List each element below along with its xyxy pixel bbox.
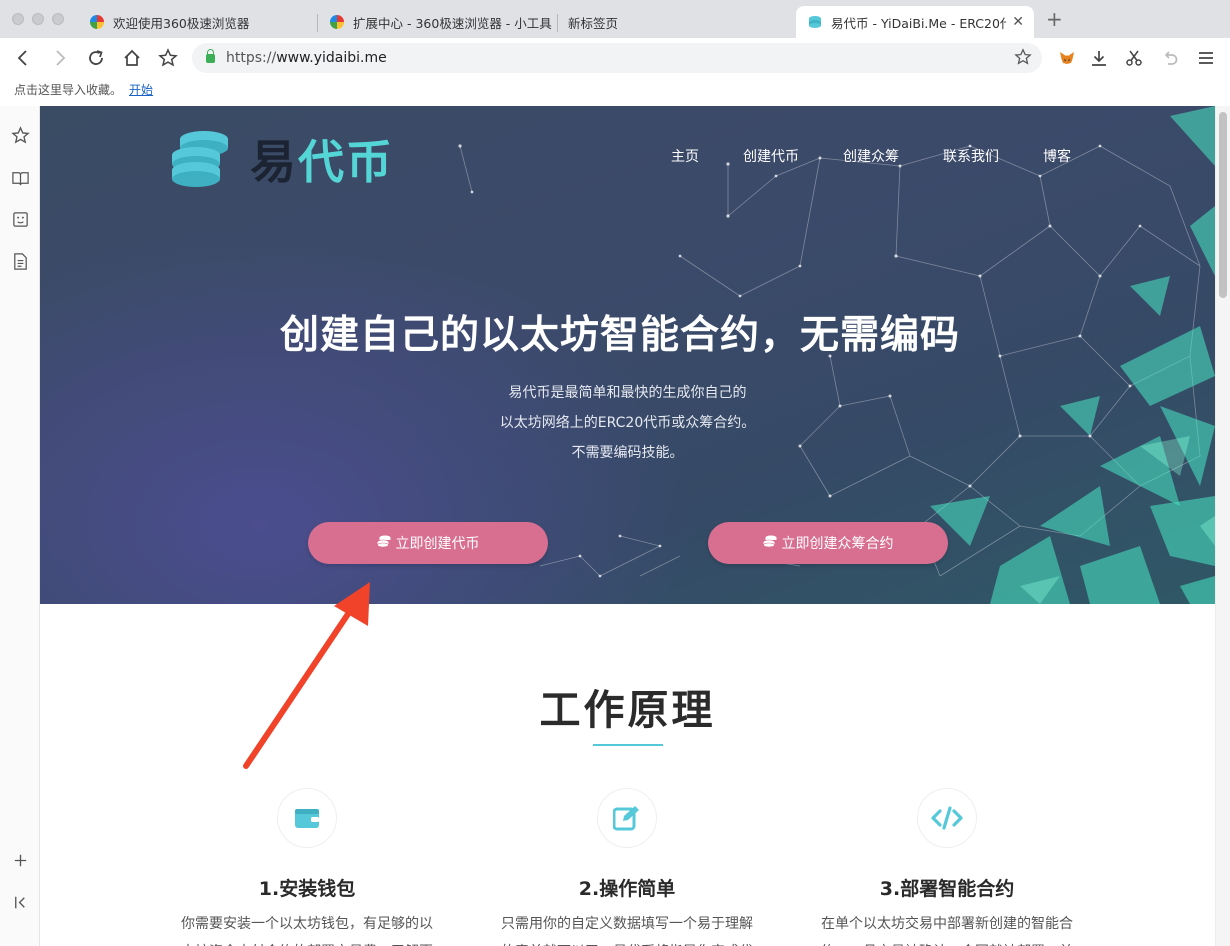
screenshot-button[interactable] — [1122, 46, 1146, 70]
feature-code-badge — [917, 788, 977, 848]
feature-description: 你需要安装一个以太坊钱包，有足够的以太坊资金支付合约的部署交易费，了解更多 — [181, 916, 433, 946]
lock-icon — [206, 48, 215, 63]
nav-create-token[interactable]: 创建代币 — [743, 146, 799, 166]
tab-separator — [557, 14, 558, 32]
site-logo-text: 易代币 — [250, 135, 394, 189]
coins-icon — [808, 15, 822, 29]
document-icon — [13, 252, 27, 270]
browser-360-logo-icon — [90, 15, 104, 29]
image-frame-icon — [12, 211, 28, 227]
favorite-button[interactable] — [156, 46, 180, 70]
nav-home[interactable]: 主页 — [671, 146, 699, 166]
download-icon — [1092, 51, 1106, 66]
wallet-icon — [295, 809, 319, 828]
fox-icon — [1060, 52, 1074, 64]
create-token-button[interactable]: 立即创建代币 — [308, 522, 548, 564]
back-button[interactable] — [11, 46, 35, 70]
browser-toolbar: https://www.yidaibi.me — [0, 38, 1230, 78]
bookmarks-import-hint[interactable]: 点击这里导入收藏。 — [14, 81, 122, 98]
home-icon — [124, 49, 140, 66]
tab-new[interactable]: 新标签页 — [568, 6, 788, 38]
nav-blog[interactable]: 博客 — [1043, 146, 1071, 166]
feature-edit-badge — [597, 788, 657, 848]
window-zoom-button[interactable] — [52, 13, 64, 25]
undo-close-button[interactable] — [1158, 46, 1182, 70]
feature-title: 3.部署智能合约 — [879, 878, 1015, 900]
edit-icon — [613, 806, 639, 831]
scissors-icon — [1126, 50, 1142, 66]
metamask-extension-button[interactable] — [1055, 46, 1079, 70]
coins-icon — [762, 535, 777, 552]
bookmarks-bar: 点击这里导入收藏。 开始 — [0, 78, 1230, 106]
download-button[interactable] — [1087, 46, 1111, 70]
sidebar-screenshot-button[interactable] — [9, 208, 31, 230]
hero-subtitle-line: 易代币是最简单和最快的生成你自己的 — [508, 385, 747, 401]
tab-yidaibi[interactable]: 易代币 - YiDaiBi.Me - ERC20代 ✕ — [796, 6, 1034, 38]
browser-sidebar — [0, 106, 40, 946]
plus-icon — [14, 854, 26, 866]
sidebar-favorites-button[interactable] — [9, 124, 31, 146]
hero-subtitle-line: 不需要编码技能。 — [571, 445, 684, 461]
section-title: 工作原理 — [539, 686, 716, 734]
feature-title: 2.操作简单 — [578, 878, 676, 900]
forward-arrow-icon — [56, 50, 66, 66]
menu-button[interactable] — [1194, 46, 1218, 70]
hero-headline: 创建自己的以太坊智能合约，无需编码 — [279, 313, 960, 358]
undo-icon — [1164, 51, 1178, 65]
scrollbar-thumb[interactable] — [1219, 112, 1227, 298]
bookmark-star-icon[interactable] — [1014, 48, 1032, 70]
tab-separator — [317, 14, 318, 32]
address-bar[interactable]: https://www.yidaibi.me — [192, 43, 1042, 73]
section-title-underline — [593, 744, 663, 746]
page-scrollbar[interactable] — [1215, 106, 1230, 946]
url-text: https://www.yidaibi.me — [226, 50, 387, 66]
feature-title: 1.安装钱包 — [258, 878, 356, 900]
tab-welcome[interactable]: 欢迎使用360极速浏览器 — [90, 6, 315, 38]
tab-close-icon[interactable]: ✕ — [1012, 14, 1024, 30]
create-crowdsale-button[interactable]: 立即创建众筹合约 — [708, 522, 948, 564]
feature-description: 在单个以太坊交易中部署新创建的智能合约，一旦交易被确认，合同就被部署，并 — [821, 916, 1073, 946]
hero-subtitle-line: 以太坊网络上的ERC20代币或众筹合约。 — [499, 415, 756, 431]
feature-wallet-badge — [277, 788, 337, 848]
home-button[interactable] — [120, 46, 144, 70]
nav-contact[interactable]: 联系我们 — [943, 146, 999, 166]
coins-stack-icon — [172, 131, 228, 187]
hero-section: 易代币 主页 创建代币 创建众筹 联系我们 博客 创建自己的以太坊智能合约，无需… — [40, 106, 1215, 604]
sidebar-notes-button[interactable] — [9, 250, 31, 272]
tab-strip: 欢迎使用360极速浏览器 扩展中心 - 360极速浏览器 - 小工具 新标签页 … — [0, 0, 1230, 38]
feature-description: 只需用你的自定义数据填写一个易于理解的表单就可以了，易代币将指导你完成代 — [501, 916, 753, 946]
reload-icon — [89, 50, 103, 65]
collapse-sidebar-icon — [14, 896, 25, 908]
sidebar-reading-button[interactable] — [9, 167, 31, 189]
annotation-arrow-icon — [243, 582, 370, 769]
back-arrow-icon — [17, 50, 27, 66]
forward-button[interactable] — [48, 46, 72, 70]
browser-360-logo-icon — [330, 15, 344, 29]
star-icon — [10, 125, 30, 144]
coins-icon — [376, 535, 391, 552]
reload-button[interactable] — [84, 46, 108, 70]
nav-create-crowdsale[interactable]: 创建众筹 — [843, 146, 899, 166]
bookmarks-start-link[interactable]: 开始 — [129, 81, 153, 98]
book-icon — [11, 171, 29, 185]
code-icon — [931, 806, 963, 830]
star-icon — [158, 48, 178, 67]
tab-extensions[interactable]: 扩展中心 - 360极速浏览器 - 小工具 — [330, 6, 555, 38]
new-tab-plus-icon[interactable]: + — [1046, 9, 1063, 29]
site-logo[interactable]: 易代币 — [170, 126, 394, 192]
sidebar-add-button[interactable] — [9, 849, 31, 871]
hamburger-menu-icon — [1199, 52, 1213, 64]
sidebar-collapse-button[interactable] — [9, 891, 31, 913]
window-minimize-button[interactable] — [32, 13, 44, 25]
window-close-button[interactable] — [12, 13, 24, 25]
